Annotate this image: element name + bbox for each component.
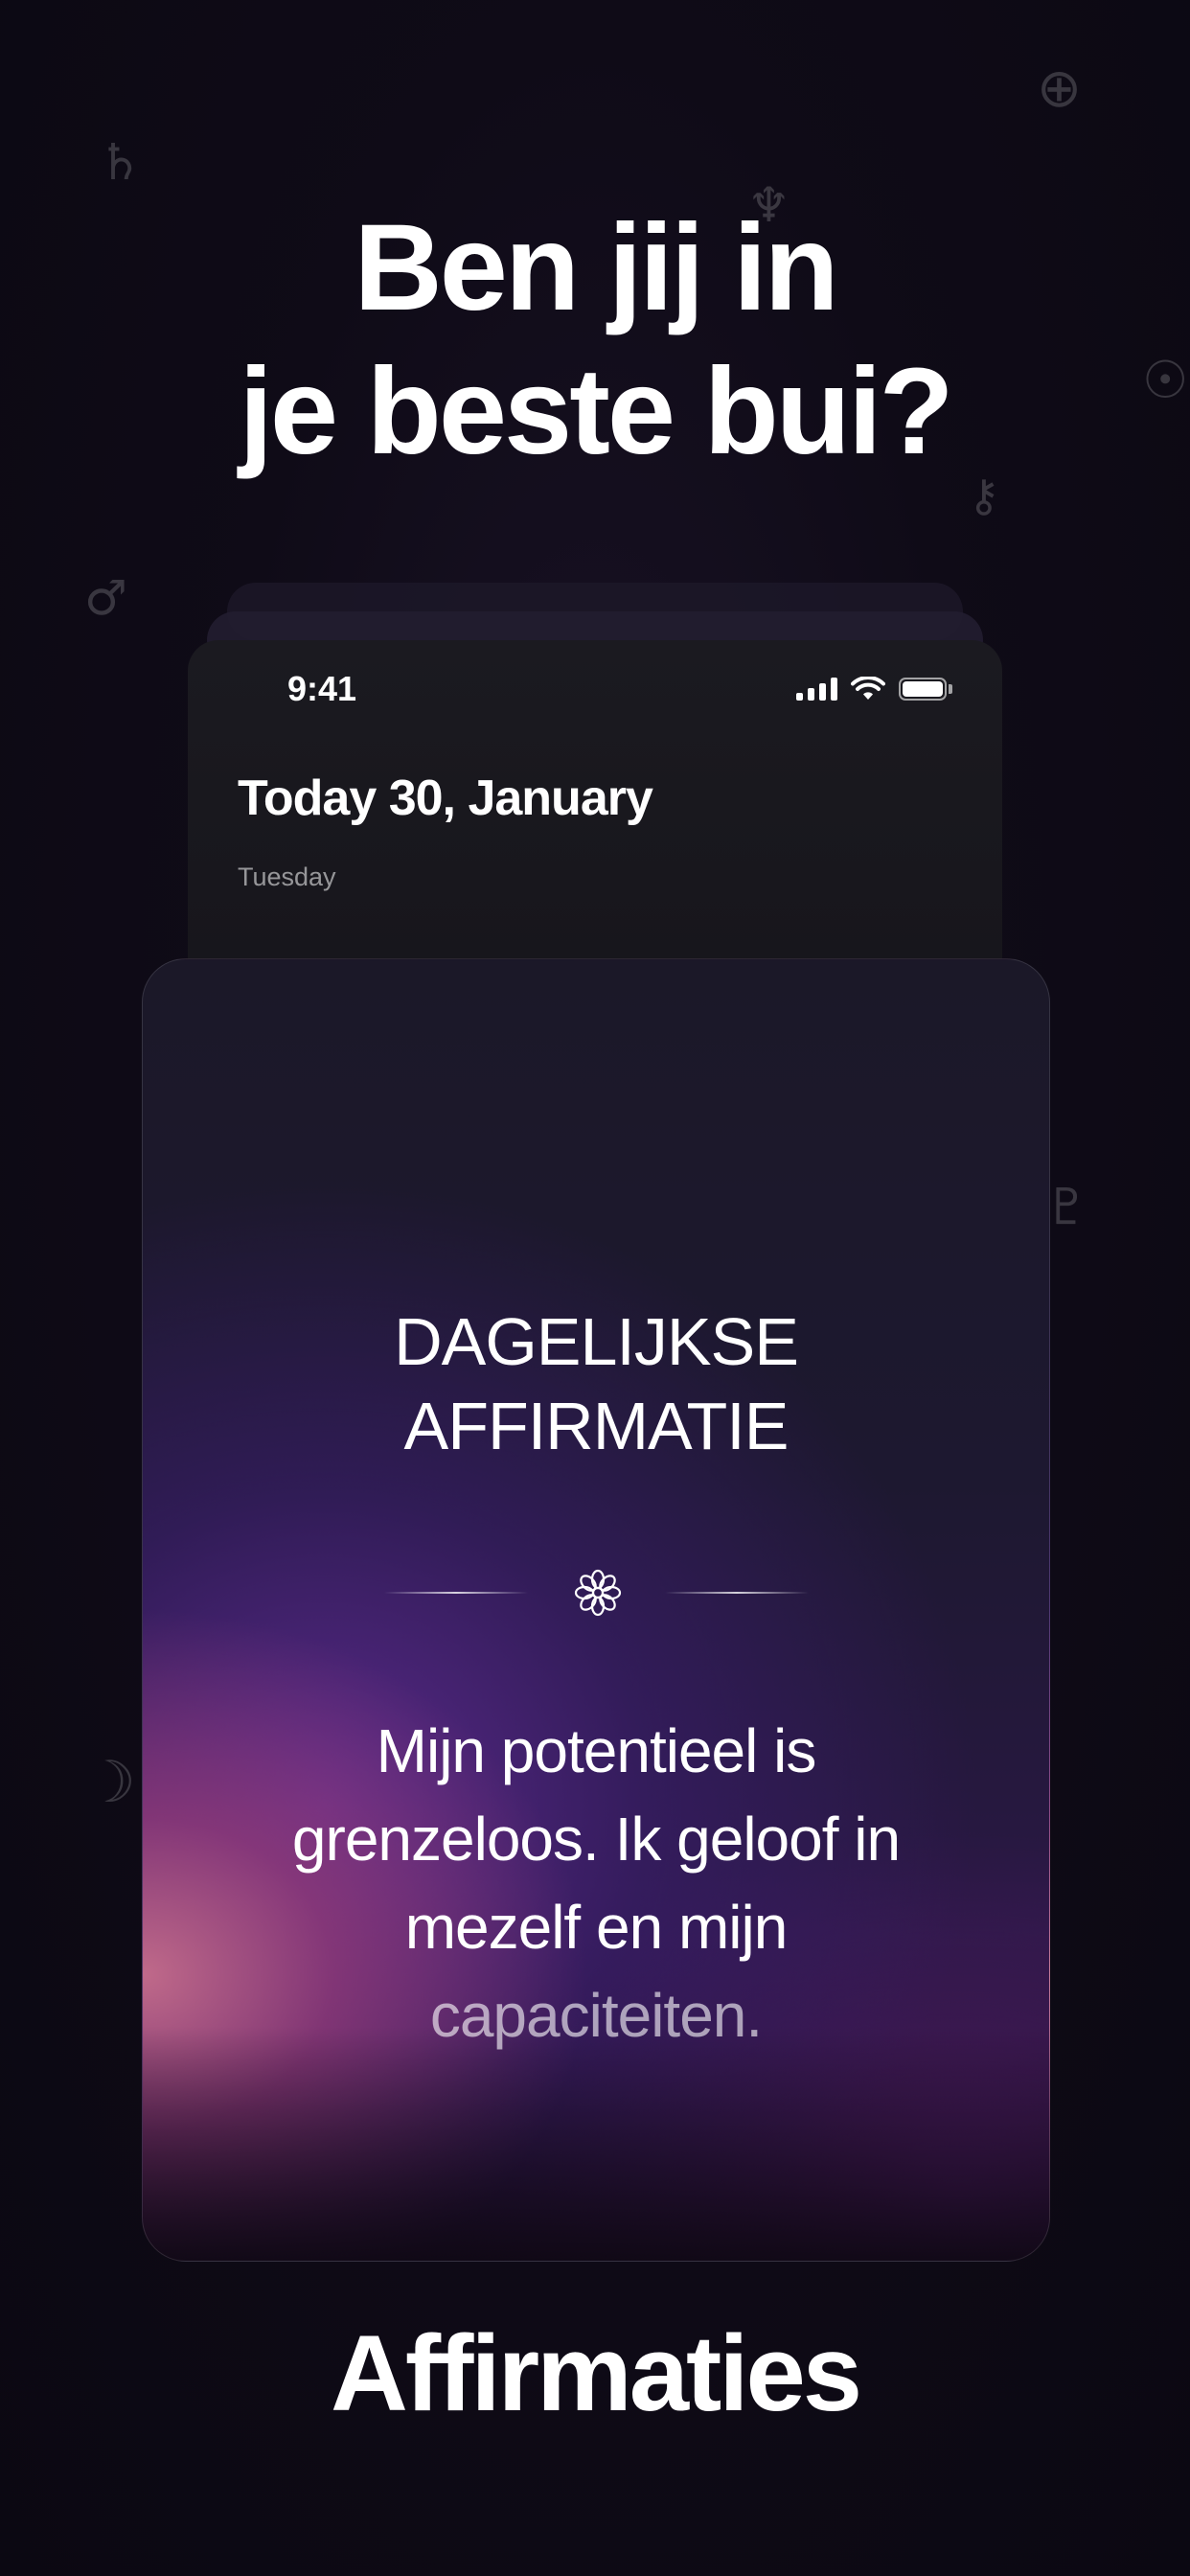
affirmation-line: Mijn potentieel is: [376, 1716, 817, 1785]
flower-icon: [574, 1569, 622, 1617]
divider-line-right: [665, 1592, 809, 1594]
moon-glyph-icon: ☽: [84, 1749, 136, 1816]
divider-line-left: [384, 1592, 528, 1594]
pluto-glyph-icon: ♇: [1044, 1179, 1089, 1236]
signal-icon: [796, 678, 837, 701]
ornament-divider: [143, 1563, 1049, 1621]
affirmation-card[interactable]: DAGELIJKSE AFFIRMATIE Mijn potentieel is…: [142, 958, 1050, 2262]
card-title-line-1: DAGELIJKSE: [394, 1304, 799, 1379]
earth-glyph-icon: ⊕: [1037, 58, 1082, 120]
status-time: 9:41: [287, 669, 357, 708]
card-title: DAGELIJKSE AFFIRMATIE: [143, 1300, 1049, 1468]
saturn-glyph-icon: ♄: [98, 134, 143, 192]
affirmation-text: Mijn potentieel is grenzeloos. Ik geloof…: [219, 1707, 973, 2059]
battery-tip: [949, 684, 952, 694]
weekday-label: Tuesday: [238, 862, 336, 891]
status-bar-icons: [796, 677, 952, 702]
wifi-icon: [851, 677, 885, 700]
date-title: Today 30, January: [238, 770, 653, 826]
footer-title: Affirmaties: [330, 2313, 862, 2433]
mars-glyph-icon: ♂: [84, 570, 127, 626]
headline-line-2: je beste bui?: [239, 343, 953, 480]
battery-icon: [899, 678, 947, 701]
affirmation-line: grenzeloos. Ik geloof in: [291, 1805, 901, 1874]
headline: Ben jij in je beste bui?: [0, 196, 1190, 484]
card-title-line-2: AFFIRMATIE: [403, 1389, 790, 1463]
affirmation-line: mezelf en mijn: [404, 1893, 789, 1962]
headline-line-1: Ben jij in: [354, 199, 838, 336]
affirmation-line-faded: capaciteiten.: [429, 1981, 763, 2050]
